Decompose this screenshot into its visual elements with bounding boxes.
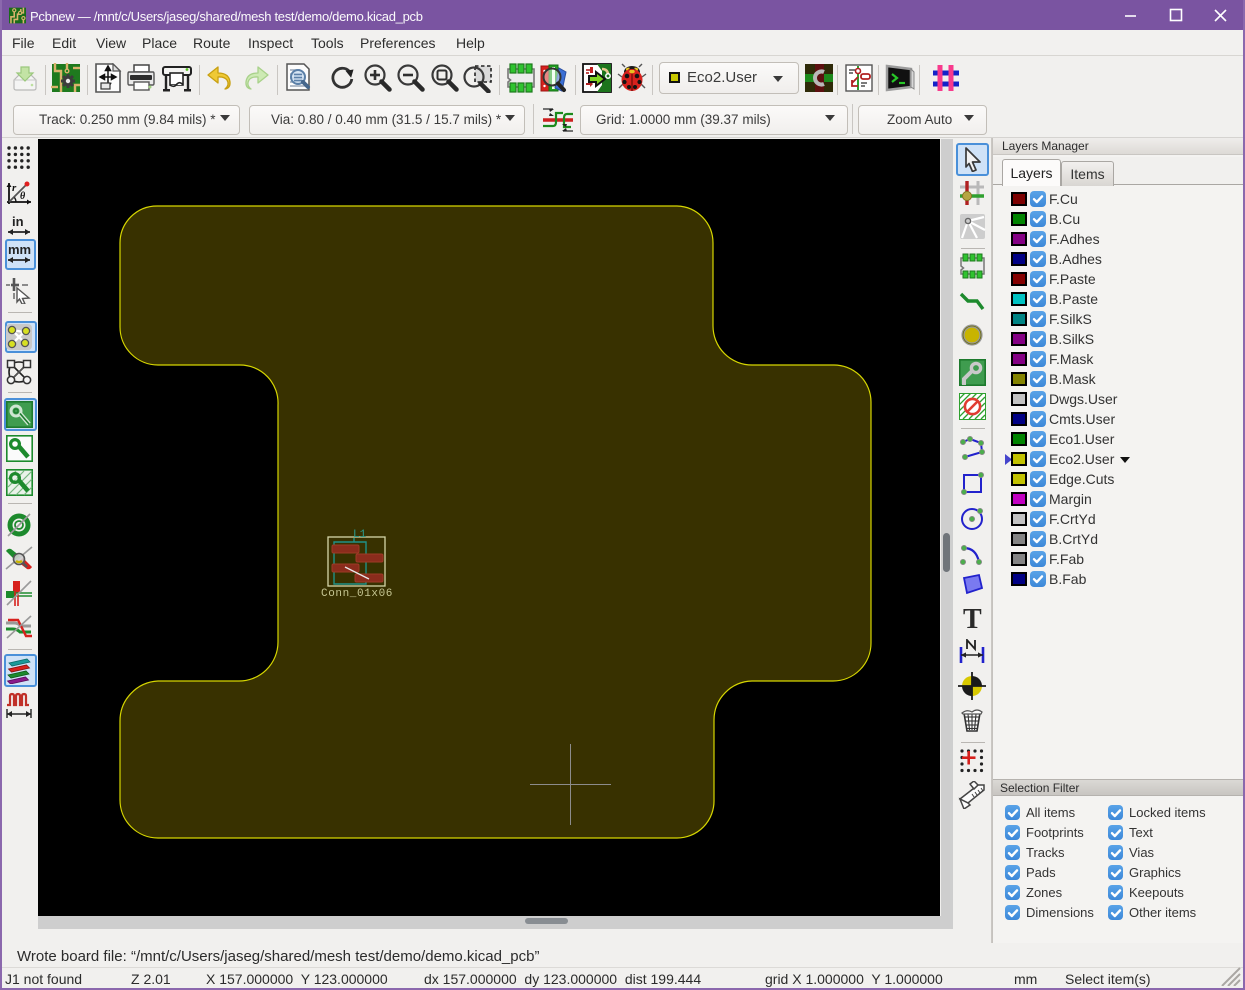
svg-text:r: r [12, 182, 17, 194]
svg-text:L1: L1 [353, 529, 367, 541]
svg-text:in: in [12, 214, 24, 229]
svg-text:mm: mm [8, 242, 31, 257]
svg-text:θ: θ [20, 191, 26, 202]
svg-text:T: T [963, 605, 982, 631]
svg-text:Conn_01x06: Conn_01x06 [321, 588, 393, 600]
